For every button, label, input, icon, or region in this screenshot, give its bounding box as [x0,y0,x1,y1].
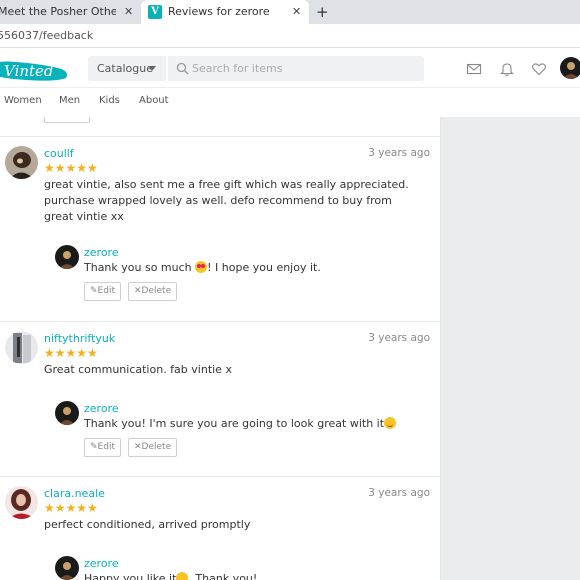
browser-tab-reviews[interactable]: V Reviews for zerore ✕ [141,0,309,24]
reply-text: Thank you! I'm sure you are going to loo… [84,417,434,430]
feedback-list: coullf 3 years ago ★★★★★ great vintie, a… [0,117,441,580]
avatar[interactable] [55,245,79,269]
reviewer-name[interactable]: coullf [44,147,74,160]
search-icon [176,62,189,75]
nav-item-women[interactable]: Women [4,95,42,106]
previous-reply-button[interactable] [44,117,90,123]
heart-icon[interactable] [531,61,547,77]
search-box [168,56,424,81]
heart-eyes-emoji-icon [195,261,208,273]
address-bar[interactable]: 556037/feedback [0,24,580,48]
review-time: 3 years ago [368,332,430,344]
nav-item-kids[interactable]: Kids [99,95,120,106]
new-tab-button[interactable]: + [316,0,329,24]
site-header: Vinted Catalogue [0,50,580,88]
review-text: perfect conditioned, arrived promptly [44,518,251,531]
avatar[interactable] [5,331,38,364]
divider [0,321,440,322]
browser-tab-posher[interactable]: Meet the Posher Other | Meet Yo ✕ [0,0,140,24]
right-sidebar [441,117,580,580]
star-rating: ★★★★★ [44,501,98,515]
reviewer-name[interactable]: niftythriftyuk [44,332,115,345]
nav-item-about[interactable]: About [139,95,169,106]
profile-avatar[interactable] [560,57,580,79]
tab-title: Reviews for zerore [168,5,270,18]
review-time: 3 years ago [368,147,430,159]
bell-icon[interactable] [499,61,515,77]
svg-text:Vinted: Vinted [4,62,54,80]
review-text: great vintie, also sent me a free gift w… [44,178,409,223]
reply-author[interactable]: zerore [84,557,119,570]
vinted-favicon-icon: V [148,5,162,19]
star-rating: ★★★★★ [44,161,98,175]
catalogue-dropdown[interactable]: Catalogue [88,56,166,81]
reply-author[interactable]: zerore [84,402,119,415]
close-icon[interactable]: ✕ [124,0,133,24]
search-input[interactable] [192,56,417,81]
reply-author[interactable]: zerore [84,246,119,259]
avatar[interactable] [55,556,79,580]
catalogue-label: Catalogue [97,62,153,75]
divider [0,476,440,477]
reviewer-name[interactable]: clara.neale [44,487,105,500]
edit-button[interactable]: ✎Edit [84,282,121,301]
smile-emoji-icon [384,417,397,429]
avatar[interactable] [5,146,38,179]
edit-button[interactable]: ✎Edit [84,438,121,457]
tab-title: Meet the Posher Other | Meet Yo [0,5,116,18]
avatar[interactable] [55,401,79,425]
url-text[interactable]: 556037/feedback [0,29,93,42]
review-text: Great communication. fab vintie x [44,363,232,376]
vinted-logo[interactable]: Vinted [0,56,72,84]
browser-tab-bar: Meet the Posher Other | Meet Yo ✕ V Revi… [0,0,580,24]
avatar[interactable] [5,486,38,519]
delete-button[interactable]: ✕Delete [128,282,178,301]
star-rating: ★★★★★ [44,346,98,360]
close-icon[interactable]: ✕ [292,0,301,24]
smile-emoji-icon [176,572,189,580]
delete-button[interactable]: ✕Delete [128,438,178,457]
divider [0,136,440,137]
reply-text: Happy you like it. Thank you! [84,572,434,580]
category-nav: Women Men Kids About [0,89,580,115]
review-time: 3 years ago [368,487,430,499]
chevron-down-icon [148,66,156,71]
reply-text: Thank you so much ! I hope you enjoy it. [84,261,321,274]
nav-item-men[interactable]: Men [59,95,80,106]
mail-icon[interactable] [466,61,482,77]
